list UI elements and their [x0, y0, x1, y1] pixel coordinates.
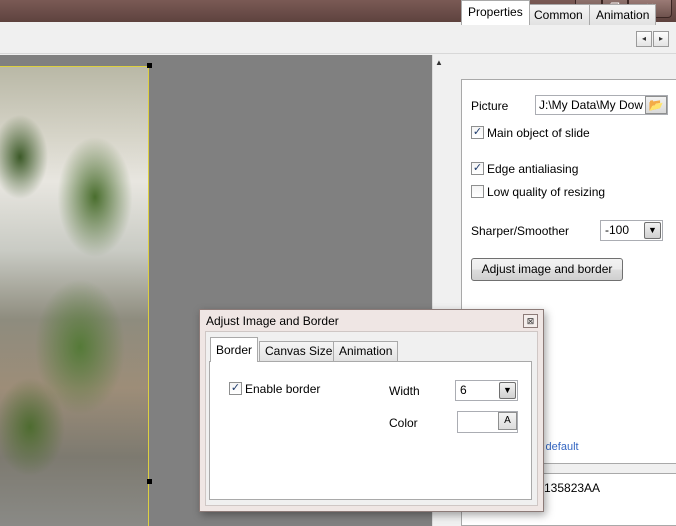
- main-object-label: Main object of slide: [487, 126, 590, 140]
- width-label: Width: [389, 384, 420, 398]
- chevron-down-icon[interactable]: ▼: [644, 222, 661, 239]
- tab-border[interactable]: Border: [210, 337, 259, 362]
- slide-picture[interactable]: [0, 66, 149, 526]
- resize-handle-right[interactable]: [147, 479, 152, 484]
- color-label: Color: [389, 416, 418, 430]
- tab-properties[interactable]: Properties: [461, 0, 530, 25]
- app-window: — ❐ ✕ ◂ ▸ ▲ Properties Common Animation …: [0, 0, 676, 526]
- scroll-right-icon[interactable]: ▸: [653, 31, 669, 47]
- sharper-smoother-value: -100: [605, 223, 630, 237]
- width-value: 6: [460, 383, 467, 397]
- low-quality-checkbox[interactable]: [471, 185, 484, 198]
- width-select[interactable]: 6 ▼: [455, 380, 518, 401]
- dialog-close-icon[interactable]: ⊠: [523, 314, 538, 328]
- scroll-up-icon[interactable]: ▲: [435, 58, 443, 67]
- edge-antialiasing-checkbox[interactable]: ✓: [471, 162, 484, 175]
- sharper-smoother-label: Sharper/Smoother: [471, 224, 570, 238]
- chevron-down-icon[interactable]: ▼: [499, 382, 516, 399]
- resize-handle-top-right[interactable]: [147, 63, 152, 68]
- toolbar-strip: [0, 22, 676, 54]
- enable-border-checkbox[interactable]: ✓: [229, 382, 242, 395]
- tab-canvas-size[interactable]: Canvas Size: [259, 341, 339, 361]
- color-code-text: 135823AA: [544, 481, 601, 495]
- adjust-image-border-button[interactable]: Adjust image and border: [471, 258, 623, 281]
- color-picker-button[interactable]: A: [498, 412, 517, 430]
- tab-animation[interactable]: Animation: [589, 4, 657, 25]
- tab-dialog-animation[interactable]: Animation: [333, 341, 399, 361]
- dialog-title: Adjust Image and Border: [206, 314, 339, 328]
- scroll-left-icon[interactable]: ◂: [636, 31, 652, 47]
- tab-common[interactable]: Common: [527, 4, 590, 25]
- edge-antialiasing-label: Edge antialiasing: [487, 162, 579, 176]
- folder-open-icon[interactable]: 📂: [645, 96, 667, 114]
- enable-border-label: Enable border: [245, 382, 321, 396]
- sharper-smoother-select[interactable]: -100 ▼: [600, 220, 663, 241]
- low-quality-label: Low quality of resizing: [487, 185, 606, 199]
- picture-label: Picture: [471, 99, 509, 113]
- main-object-checkbox[interactable]: ✓: [471, 126, 484, 139]
